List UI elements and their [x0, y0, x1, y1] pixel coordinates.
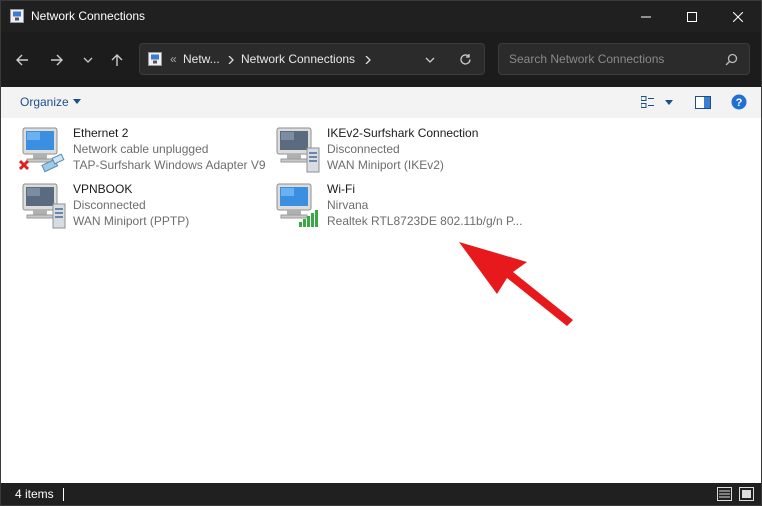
breadcrumb-chevron-icon[interactable] — [228, 56, 234, 64]
connection-status: Nirvana — [327, 198, 369, 212]
address-bar[interactable]: « Netw... Network Connections — [139, 43, 485, 75]
connection-device: Realtek RTL8723DE 802.11b/g/n P... — [327, 214, 523, 228]
forward-arrow-icon — [51, 54, 63, 66]
network-folder-icon — [148, 52, 162, 66]
window-title: Network Connections — [31, 9, 146, 23]
recent-locations-button[interactable] — [75, 47, 101, 73]
large-icons-view-icon[interactable] — [739, 487, 754, 501]
command-bar: Organize ? — [1, 87, 761, 119]
connection-status: Disconnected — [327, 142, 400, 156]
chevron-down-icon — [83, 57, 93, 63]
connection-status: Network cable unplugged — [73, 142, 209, 156]
change-view-icon[interactable] — [641, 96, 655, 109]
forward-button[interactable] — [44, 47, 70, 73]
connection-device: WAN Miniport (PPTP) — [73, 214, 190, 228]
minimize-icon — [641, 16, 651, 17]
status-divider — [63, 488, 64, 501]
refresh-icon[interactable] — [459, 53, 472, 66]
breadcrumb-item-netw[interactable]: Netw... — [183, 52, 220, 66]
search-box[interactable] — [498, 43, 750, 75]
connection-name: VPNBOOK — [73, 182, 133, 196]
network-folder-icon — [10, 9, 24, 23]
help-icon[interactable]: ? — [731, 94, 747, 110]
maximize-icon — [687, 11, 697, 22]
wifi-connected-icon — [276, 183, 318, 227]
organize-label: Organize — [20, 95, 69, 109]
vpn-connection-icon — [276, 127, 320, 173]
connection-status: Disconnected — [73, 198, 146, 212]
svg-text:?: ? — [736, 97, 743, 109]
connection-item-ikev2-surfshark[interactable]: IKEv2-Surfshark Connection Disconnected … — [273, 126, 523, 178]
connections-view: Ethernet 2 Network cable unplugged TAP-S… — [1, 118, 761, 483]
address-history-dropdown-icon[interactable] — [425, 56, 435, 64]
details-view-icon[interactable] — [717, 487, 732, 501]
breadcrumb-item-network-connections[interactable]: Network Connections — [241, 52, 355, 66]
title-bar[interactable]: Network Connections — [1, 1, 761, 32]
item-count: 4 items — [15, 487, 54, 501]
ethernet-disconnected-icon — [19, 127, 65, 173]
breadcrumb-overflow[interactable]: « — [170, 52, 177, 66]
status-bar: 4 items — [1, 483, 761, 505]
search-input[interactable] — [507, 51, 721, 67]
maximize-button[interactable] — [669, 1, 715, 32]
network-connections-window: Network Connections « Netw... Network Co… — [0, 0, 762, 506]
connection-item-vpnbook[interactable]: VPNBOOK Disconnected WAN Miniport (PPTP) — [19, 182, 269, 234]
connection-device: TAP-Surfshark Windows Adapter V9 — [73, 158, 266, 172]
view-options-dropdown-icon[interactable] — [665, 100, 673, 106]
connection-name: Ethernet 2 — [73, 126, 129, 140]
minimize-button[interactable] — [623, 1, 669, 32]
up-button[interactable] — [104, 47, 130, 73]
up-arrow-icon — [111, 54, 123, 66]
connection-device: WAN Miniport (IKEv2) — [327, 158, 444, 172]
close-icon — [733, 11, 743, 22]
breadcrumb-chevron-icon[interactable] — [365, 56, 371, 64]
close-button[interactable] — [715, 1, 761, 32]
connection-item-wi-fi[interactable]: Wi-Fi Nirvana Realtek RTL8723DE 802.11b/… — [273, 182, 523, 234]
connection-name: Wi-Fi — [327, 182, 355, 196]
connection-item-ethernet-2[interactable]: Ethernet 2 Network cable unplugged TAP-S… — [19, 126, 269, 178]
back-button[interactable] — [9, 47, 35, 73]
chevron-down-icon — [72, 99, 81, 104]
connection-name: IKEv2-Surfshark Connection — [327, 126, 479, 140]
preview-pane-icon[interactable] — [695, 96, 711, 109]
annotation-arrow-icon — [459, 242, 573, 326]
organize-button[interactable]: Organize — [20, 95, 81, 109]
back-arrow-icon — [16, 54, 28, 66]
search-icon[interactable] — [725, 53, 738, 66]
vpn-connection-icon — [22, 183, 66, 229]
navigation-bar: « Netw... Network Connections — [1, 32, 761, 87]
